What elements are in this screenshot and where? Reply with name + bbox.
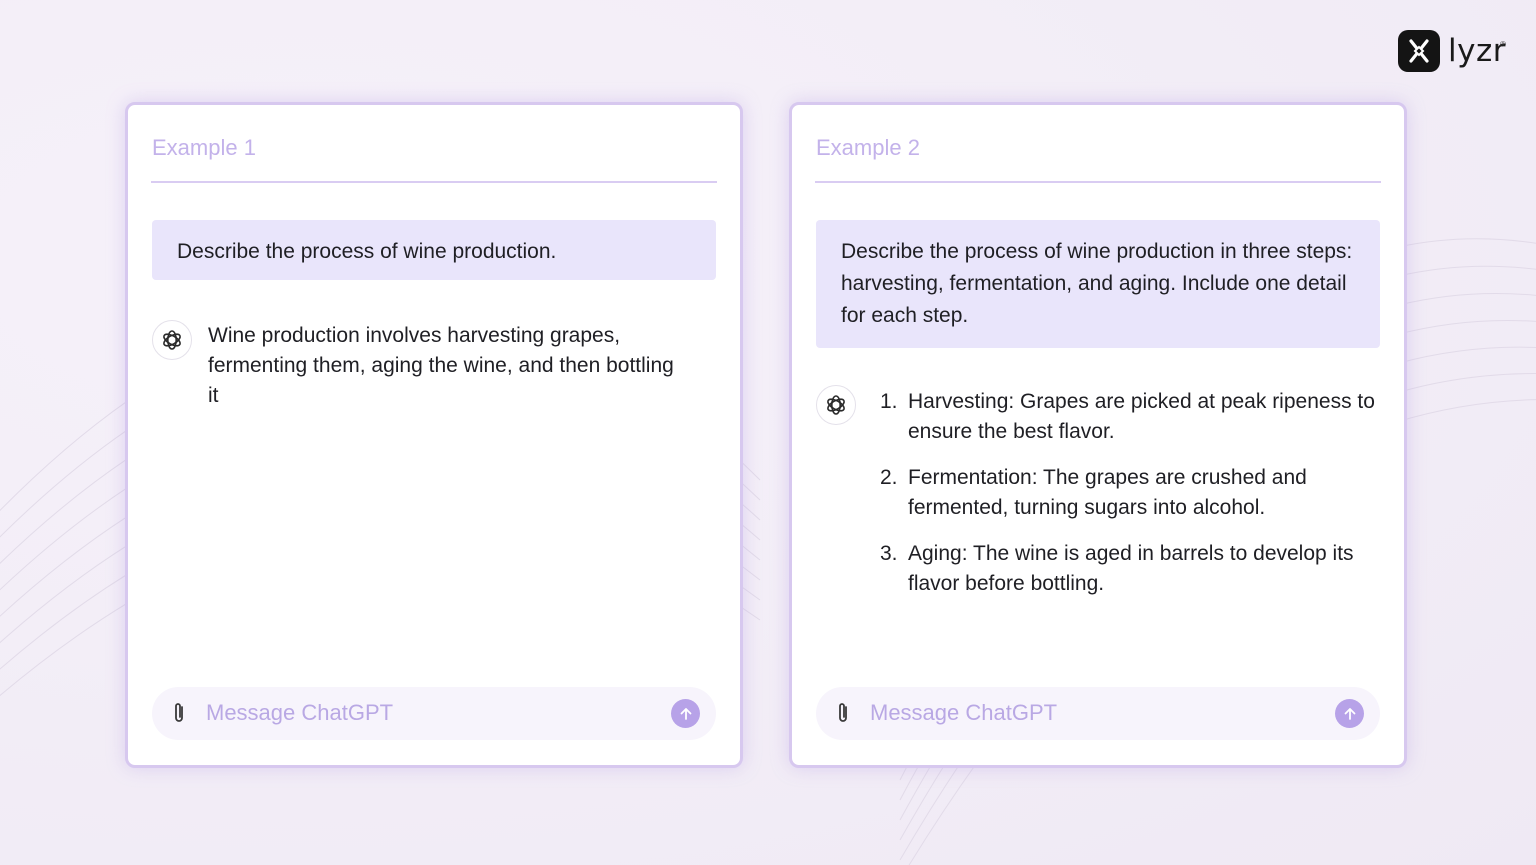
user-prompt: Describe the process of wine production. xyxy=(152,220,716,280)
list-number: 2. xyxy=(880,466,898,489)
list-number: 1. xyxy=(880,390,898,413)
example-card-2: Example 2 Describe the process of wine p… xyxy=(789,102,1407,768)
list-text: Fermentation: The grapes are crushed and… xyxy=(908,466,1307,519)
openai-icon xyxy=(827,395,845,415)
lyzr-logo-icon xyxy=(1398,30,1440,72)
message-input[interactable]: Message ChatGPT xyxy=(206,700,393,726)
brand-trademark: ® xyxy=(1500,40,1506,49)
openai-icon xyxy=(163,330,181,350)
message-composer[interactable]: Message ChatGPT xyxy=(816,687,1380,740)
brand-name: lyzr xyxy=(1448,32,1506,69)
send-button[interactable] xyxy=(671,699,700,728)
divider xyxy=(815,181,1381,183)
arrow-up-icon xyxy=(1344,707,1355,720)
divider xyxy=(151,181,717,183)
card-title: Example 2 xyxy=(816,135,920,160)
assistant-avatar xyxy=(816,385,856,425)
list-item: 1. Harvesting: Grapes are picked at peak… xyxy=(880,387,1380,447)
assistant-avatar xyxy=(152,320,192,360)
assistant-reply-list: 1. Harvesting: Grapes are picked at peak… xyxy=(880,387,1380,615)
message-input[interactable]: Message ChatGPT xyxy=(870,700,1057,726)
list-item: 2. Fermentation: The grapes are crushed … xyxy=(880,463,1380,523)
list-item: 3. Aging: The wine is aged in barrels to… xyxy=(880,539,1380,599)
paperclip-icon[interactable] xyxy=(836,701,850,730)
paperclip-icon[interactable] xyxy=(172,701,186,730)
list-text: Harvesting: Grapes are picked at peak ri… xyxy=(908,390,1375,443)
list-number: 3. xyxy=(880,542,898,565)
card-title: Example 1 xyxy=(152,135,256,160)
example-card-1: Example 1 Describe the process of wine p… xyxy=(125,102,743,768)
assistant-reply: Wine production involves harvesting grap… xyxy=(208,324,674,407)
brand-logo: lyzr xyxy=(1398,30,1506,72)
message-composer[interactable]: Message ChatGPT xyxy=(152,687,716,740)
list-text: Aging: The wine is aged in barrels to de… xyxy=(908,542,1354,595)
send-button[interactable] xyxy=(1335,699,1364,728)
arrow-up-icon xyxy=(680,707,691,720)
user-prompt: Describe the process of wine production … xyxy=(816,220,1380,348)
